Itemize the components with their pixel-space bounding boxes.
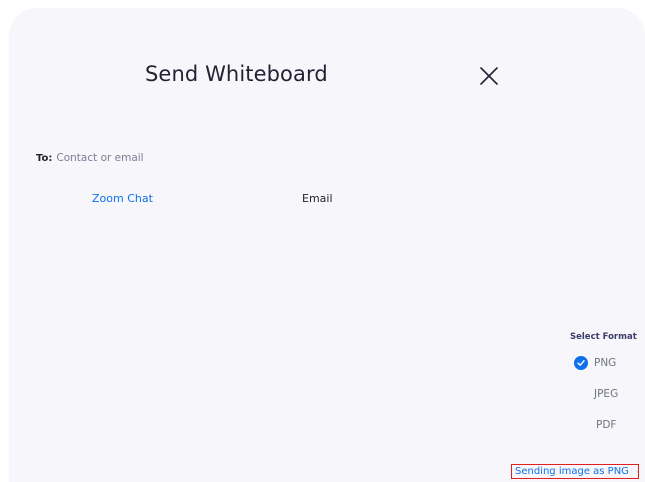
sending-format-label: Sending image as PNG	[515, 466, 629, 477]
close-button[interactable]	[478, 65, 500, 87]
tab-zoom-chat[interactable]: Zoom Chat	[92, 192, 153, 205]
chevron-down-icon	[636, 470, 638, 473]
format-option-png[interactable]: PNG	[574, 356, 616, 370]
format-option-label: JPEG	[594, 388, 619, 400]
recipient-input[interactable]	[52, 152, 257, 164]
tab-email[interactable]: Email	[302, 192, 333, 205]
dialog-title: Send Whiteboard	[145, 62, 328, 86]
format-option-label: PDF	[596, 419, 617, 431]
sending-format-dropdown[interactable]: Sending image as PNG	[511, 464, 639, 479]
recipient-label: To:	[36, 152, 53, 164]
select-format-title: Select Format	[570, 332, 637, 342]
format-option-pdf[interactable]: PDF	[596, 419, 616, 431]
format-option-jpeg[interactable]: JPEG	[594, 388, 618, 400]
close-icon	[480, 67, 498, 85]
format-option-label: PNG	[594, 357, 617, 369]
check-icon	[574, 356, 588, 370]
recipient-row: To:	[36, 152, 257, 164]
